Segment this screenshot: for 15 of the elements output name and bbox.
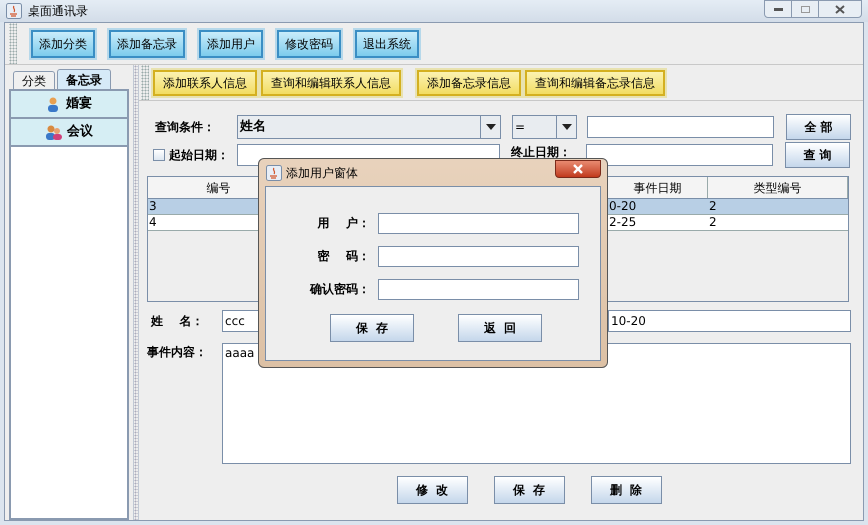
name-label: 姓 名： (150, 313, 205, 330)
dialog-field-label: 确认密码： (308, 281, 371, 298)
dialog-field-label: 密 码： (316, 248, 371, 265)
content-label: 事件内容： (147, 344, 208, 361)
table-cell-text: 2 (708, 199, 718, 214)
end-date-label: 终止日期： (511, 144, 572, 161)
start-date-label: 起始日期： (169, 147, 230, 164)
window-title: 桌面通讯录 (28, 3, 88, 20)
table-cell-text: 0-20 (608, 199, 638, 214)
table-cell-text: 2 (708, 215, 718, 230)
query-label: 查询条件： (154, 119, 216, 136)
table-cell-text: 4 (148, 215, 158, 230)
table-cell-text: 3 (148, 199, 158, 214)
table-cell-text: 2-25 (608, 215, 638, 230)
dialog-field-label: 用 户： (316, 215, 371, 232)
